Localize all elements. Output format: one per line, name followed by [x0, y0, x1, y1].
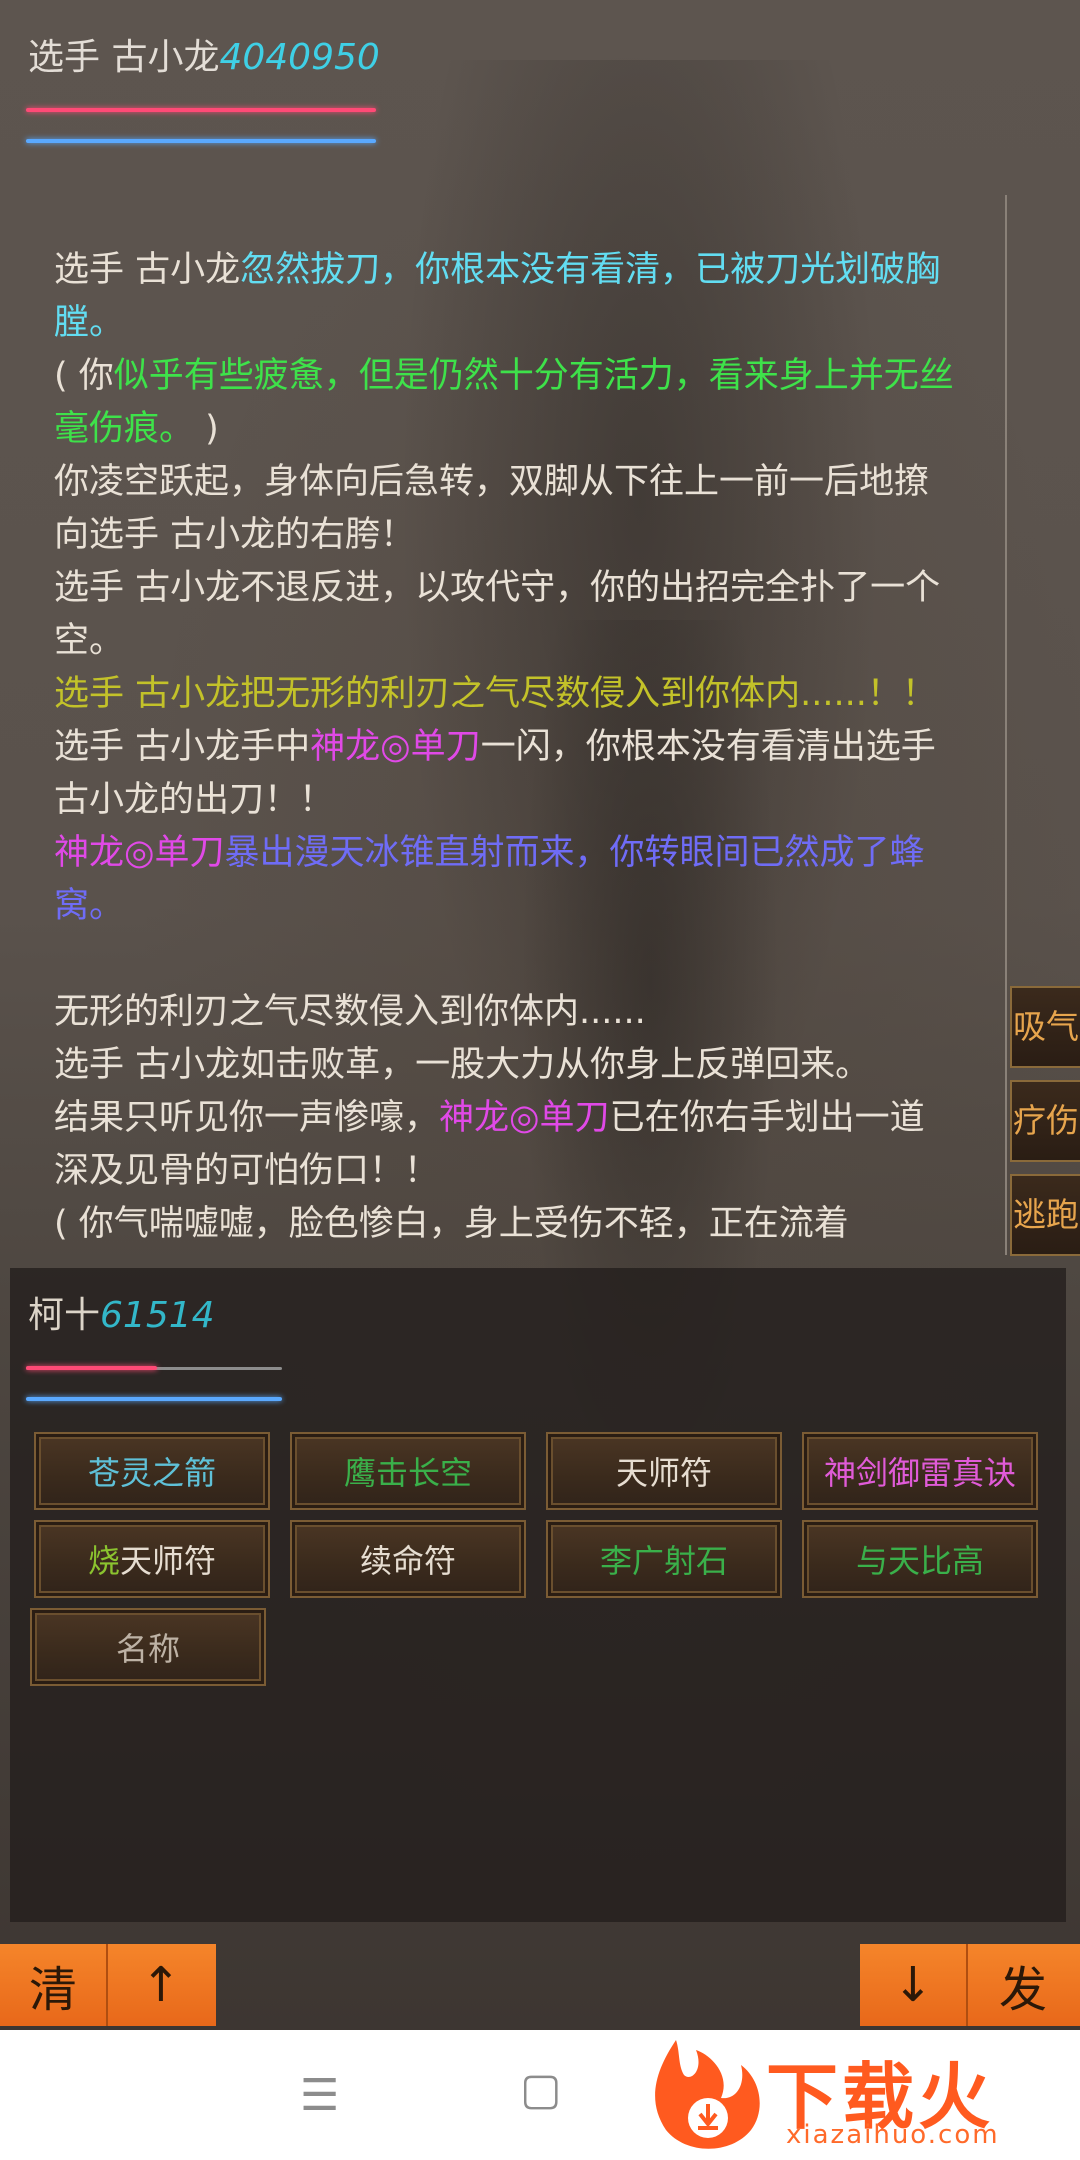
- skill-label: 续命符: [359, 1542, 456, 1580]
- menu-icon[interactable]: ☰: [300, 2070, 339, 2121]
- left-action-group: 清 ↑: [0, 1944, 216, 2026]
- log-segment: 选手 古小龙: [54, 250, 241, 290]
- skill-label: 天师符: [120, 1542, 217, 1580]
- skill-label: 鹰击长空: [343, 1454, 472, 1492]
- scroll-up-button[interactable]: ↑: [108, 1944, 214, 2026]
- battle-log[interactable]: 选手 古小龙忽然拔刀，你根本没有看清，已被刀光划破胸膛。( 你似乎有些疲惫，但是…: [54, 244, 954, 1256]
- log-scrollbar[interactable]: [1005, 195, 1007, 1255]
- player-name: 柯十: [28, 1295, 101, 1336]
- skill-button-name[interactable]: 名称: [30, 1608, 266, 1686]
- menu-glyph: ☰: [300, 2070, 340, 2121]
- opponent-name: 选手 古小龙: [28, 37, 220, 78]
- log-line: 神龙◎单刀暴出漫天冰锥直射而来，你转眼间已然成了蜂窝。: [54, 827, 954, 933]
- right-action-group: ↓ 发: [860, 1944, 1080, 2026]
- log-line: 选手 古小龙如击败革，一股大力从你身上反弹回来。: [54, 1039, 954, 1092]
- skill-label: 苍灵之箭: [87, 1454, 216, 1492]
- absorb-qi-label: 吸气: [1013, 1007, 1079, 1046]
- log-line: ( 你似乎有些疲惫，但是仍然十分有活力，看来身上并无丝毫伤痕。 ): [54, 350, 954, 456]
- log-line: 你凌空跃起，身体向后急转，双脚从下往上一前一后地撩向选手 古小龙的右胯！: [54, 456, 954, 562]
- player-header: 柯十61514: [28, 1286, 215, 1338]
- log-segment: 选手 古小龙不退反进，以攻代守，你的出招完全扑了一个空。: [54, 568, 941, 661]
- opponent-mp-bar: [26, 139, 376, 143]
- watermark-logo: 下载火 xiazaihuo.com: [636, 2020, 1080, 2160]
- log-segment: 选手 古小龙手中: [54, 727, 311, 767]
- skill-label: 天师符: [615, 1454, 712, 1492]
- opponent-hp-bar: [26, 108, 376, 112]
- send-button[interactable]: 发: [968, 1944, 1078, 2026]
- up-arrow-icon: ↑: [140, 1957, 182, 2013]
- down-arrow-icon: ↓: [892, 1957, 934, 2013]
- skill-label: 与天比高: [855, 1542, 984, 1580]
- watermark-url: xiazaihuo.com: [786, 2120, 1000, 2150]
- flame-logo-icon: [655, 2040, 760, 2149]
- skill-label: 名称: [115, 1630, 180, 1668]
- log-segment: 无形的利刃之气尽数侵入到你体内......: [54, 992, 646, 1032]
- log-segment: ( 你: [54, 356, 114, 396]
- opponent-header: 选手 古小龙4040950: [28, 28, 380, 80]
- skill-button-3[interactable]: 天师符: [546, 1432, 782, 1510]
- log-line: [54, 933, 954, 986]
- home-glyph: ▢: [520, 2064, 562, 2115]
- skill-label: 李广射石: [599, 1542, 728, 1580]
- log-line: 选手 古小龙手中神龙◎单刀一闪，你根本没有看清出选手 古小龙的出刀！！: [54, 721, 954, 827]
- log-segment: ): [194, 409, 219, 449]
- player-hp-bar: [26, 1366, 157, 1370]
- skill-label: 神剑御雷真诀: [823, 1454, 1016, 1492]
- log-segment: 似乎有些疲惫，但是仍然十分有活力，看来身上并无丝毫伤痕。: [54, 356, 954, 449]
- flee-button[interactable]: 逃跑: [1010, 1174, 1080, 1256]
- log-line: 选手 古小龙不退反进，以攻代守，你的出招完全扑了一个空。: [54, 562, 954, 668]
- home-icon[interactable]: ▢: [520, 2064, 562, 2115]
- log-segment: 神龙◎单刀: [54, 833, 225, 873]
- skill-button-1[interactable]: 苍灵之箭: [34, 1432, 270, 1510]
- log-segment: 选手 古小龙把无形的利刃之气尽数侵入到你体内......！！: [54, 674, 937, 714]
- player-id: 61514: [100, 1295, 215, 1336]
- scroll-down-button[interactable]: ↓: [860, 1944, 966, 2026]
- log-line: 结果只听见你一声惨嚎，神龙◎单刀已在你右手划出一道深及见骨的可怕伤口！！: [54, 1092, 954, 1198]
- log-line: 无形的利刃之气尽数侵入到你体内......: [54, 986, 954, 1039]
- log-line: 选手 古小龙把无形的利刃之气尽数侵入到你体内......！！: [54, 668, 954, 721]
- player-mp-bar: [26, 1397, 282, 1401]
- heal-button[interactable]: 疗伤: [1010, 1080, 1080, 1162]
- absorb-qi-button[interactable]: 吸气: [1010, 986, 1080, 1068]
- skill-button-4[interactable]: 神剑御雷真诀: [802, 1432, 1038, 1510]
- clear-button[interactable]: 清: [0, 1944, 106, 2026]
- log-segment: 神龙◎单刀: [310, 727, 481, 767]
- skill-button-5[interactable]: 烧天师符: [34, 1520, 270, 1598]
- log-line: ( 你气喘嘘嘘，脸色惨白，身上受伤不轻，正在流着: [54, 1198, 954, 1251]
- log-segment: 选手 古小龙如击败革，一股大力从你身上反弹回来。: [54, 1045, 871, 1085]
- log-segment: 神龙◎单刀: [439, 1098, 610, 1138]
- skill-button-7[interactable]: 李广射石: [546, 1520, 782, 1598]
- clear-label: 清: [28, 1962, 77, 2018]
- skill-button-2[interactable]: 鹰击长空: [290, 1432, 526, 1510]
- opponent-id: 4040950: [219, 37, 380, 78]
- flee-label: 逃跑: [1013, 1195, 1079, 1234]
- heal-label: 疗伤: [1013, 1101, 1079, 1140]
- send-label: 发: [998, 1962, 1047, 2018]
- skill-button-8[interactable]: 与天比高: [802, 1520, 1038, 1598]
- log-segment: 你凌空跃起，身体向后急转，双脚从下往上一前一后地撩向选手 古小龙的右胯！: [54, 462, 930, 555]
- log-segment: 结果只听见你一声惨嚎，: [54, 1098, 440, 1138]
- skill-prefix: 烧: [87, 1542, 120, 1580]
- skill-button-6[interactable]: 续命符: [290, 1520, 526, 1598]
- log-segment: ( 你气喘嘘嘘，脸色惨白，身上受伤不轻，正在流着: [54, 1204, 849, 1244]
- log-line: 选手 古小龙忽然拔刀，你根本没有看清，已被刀光划破胸膛。: [54, 244, 954, 350]
